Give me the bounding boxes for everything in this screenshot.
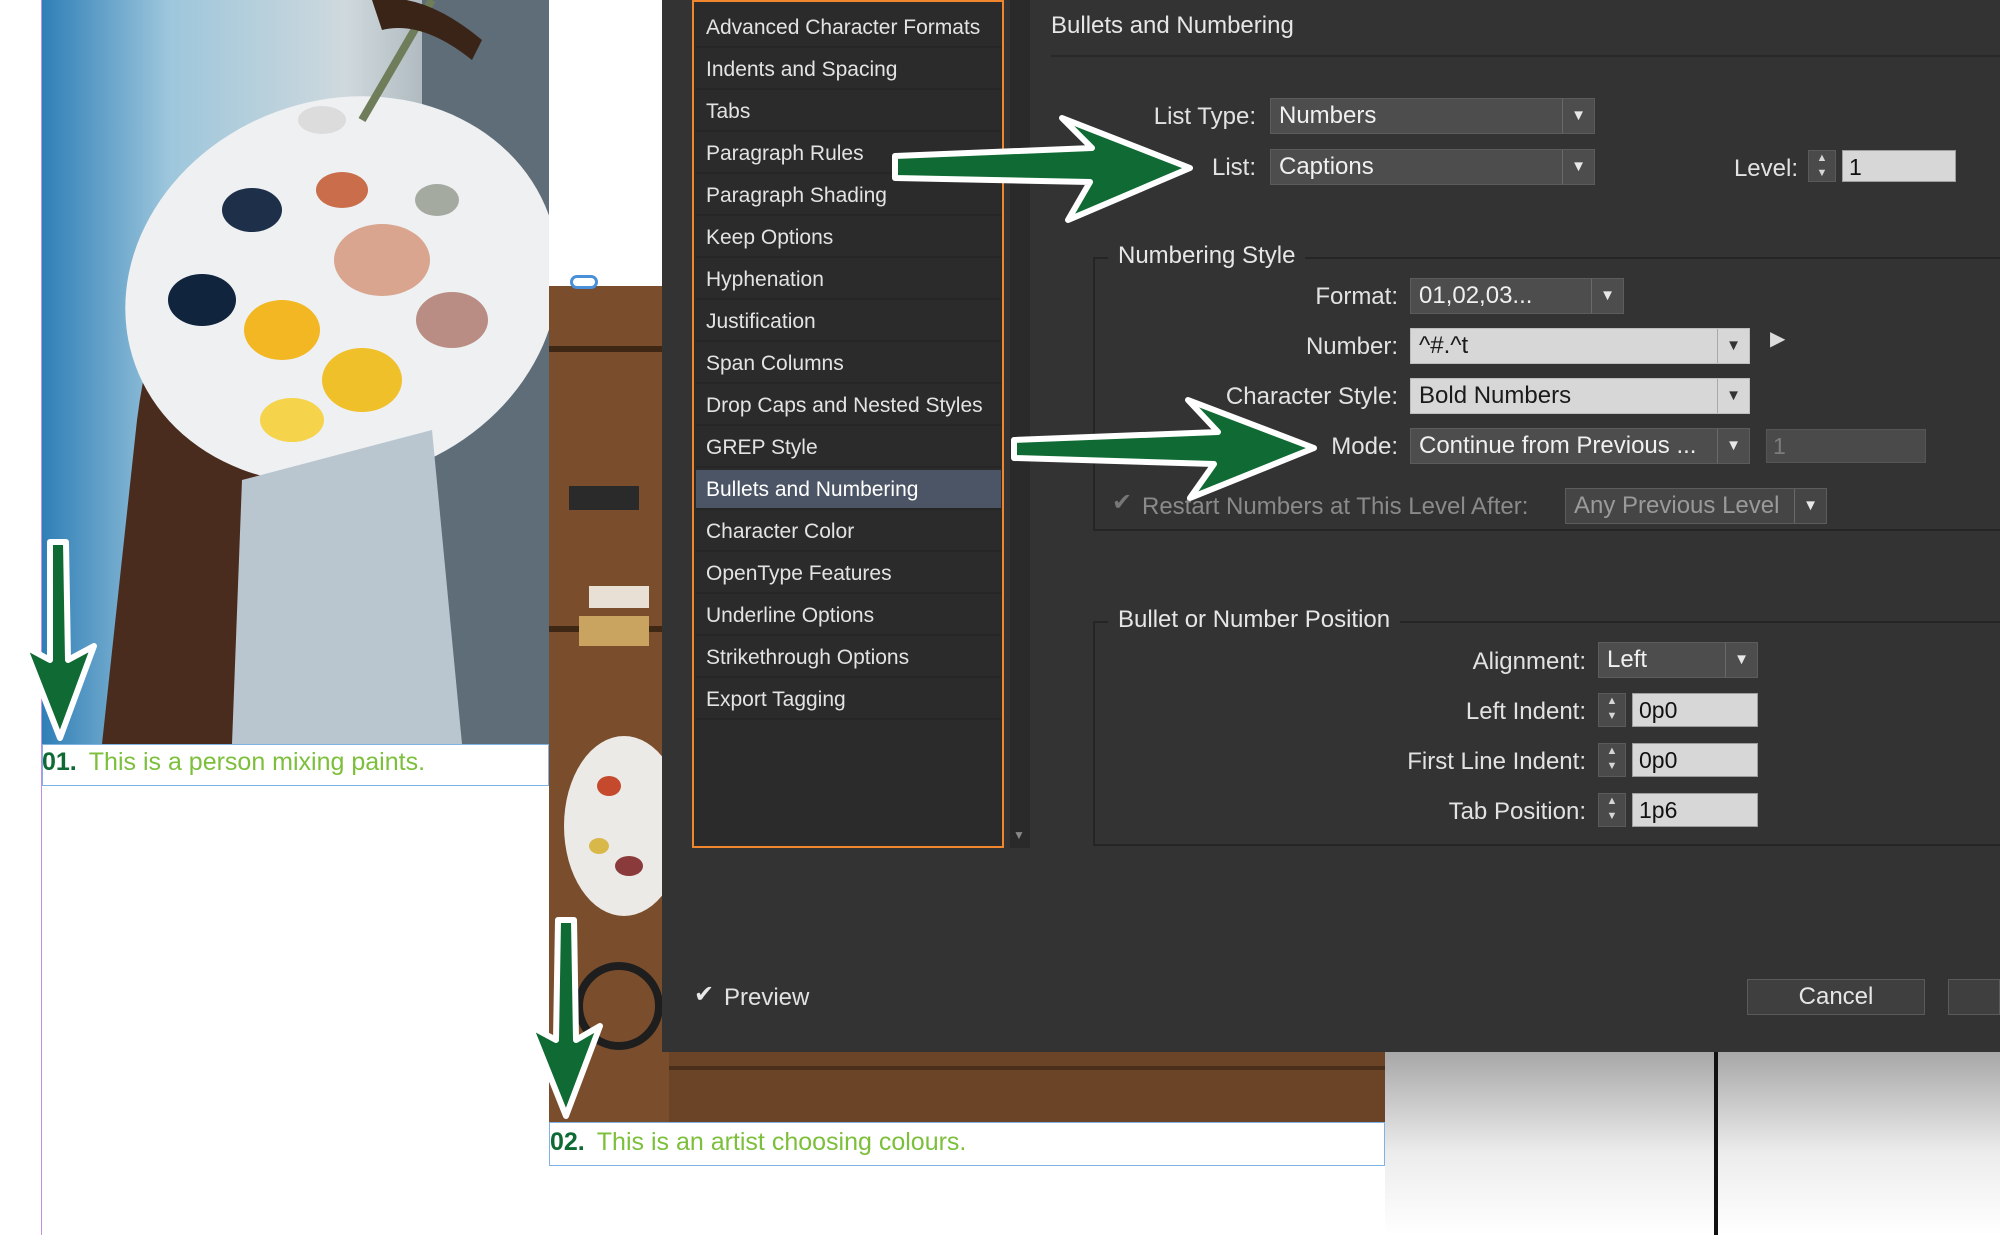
arrow-to-caption-1-icon (21, 539, 97, 741)
annotation-arrows (21, 115, 1317, 1119)
arrow-to-mode-icon (1011, 397, 1317, 501)
arrow-to-caption-2-icon (527, 917, 603, 1119)
arrow-to-list-icon (892, 115, 1193, 223)
